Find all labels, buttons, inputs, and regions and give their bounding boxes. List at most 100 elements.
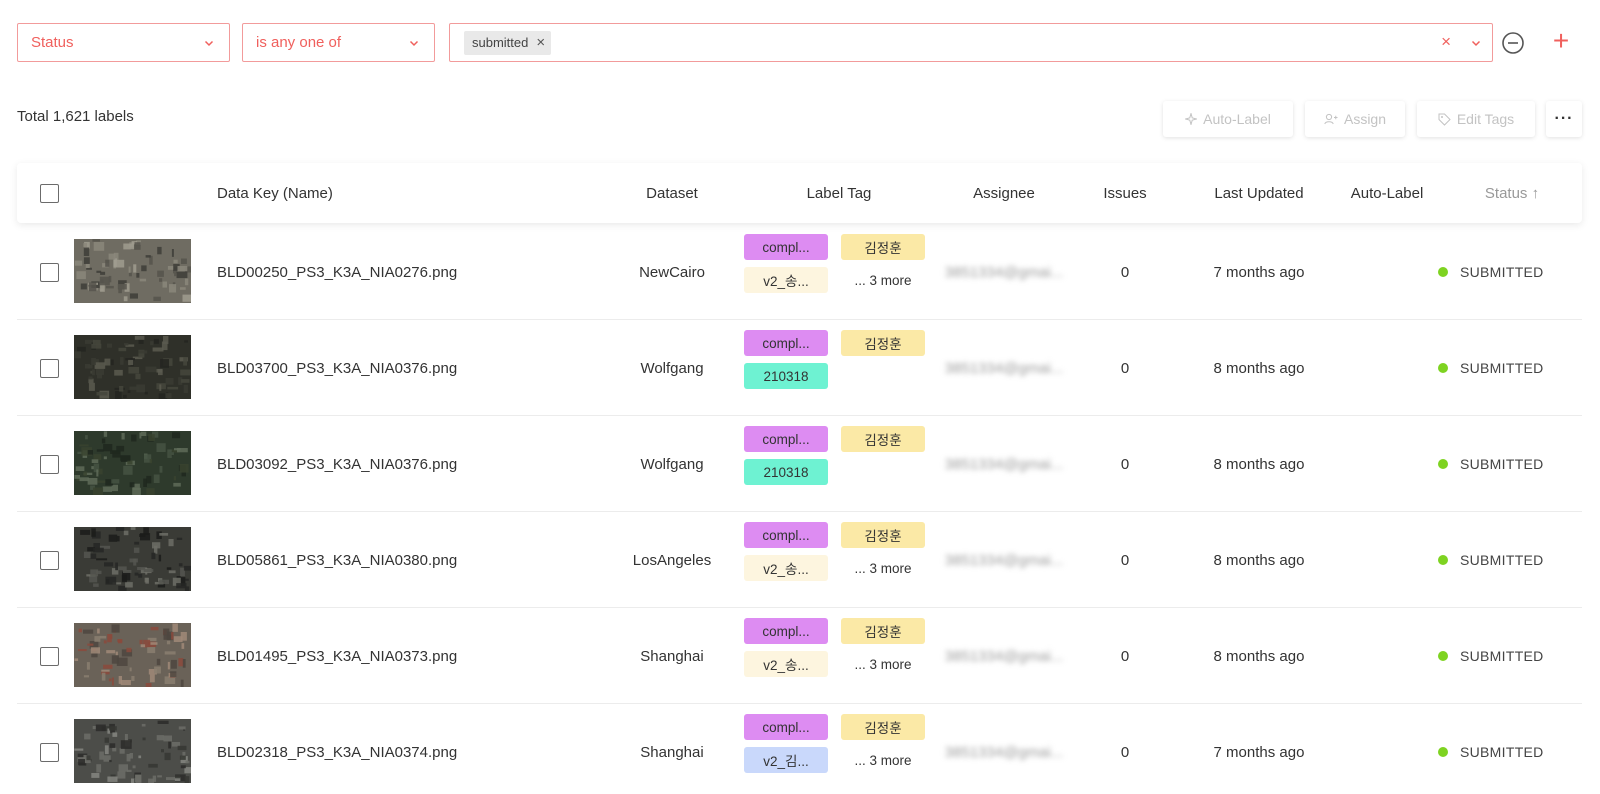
assign-button[interactable]: Assign bbox=[1305, 101, 1405, 137]
header-dataset[interactable]: Dataset bbox=[607, 163, 737, 223]
header-auto-label[interactable]: Auto-Label bbox=[1322, 163, 1452, 223]
thumbnail-image[interactable] bbox=[74, 239, 191, 303]
filter-field-value: Status bbox=[31, 34, 74, 51]
table-row[interactable]: BLD05861_PS3_K3A_NIA0380.png LosAngeles … bbox=[17, 512, 1582, 608]
auto-label-button[interactable]: Auto-Label bbox=[1163, 101, 1293, 137]
filter-chip-submitted: submitted × bbox=[464, 30, 552, 55]
label-tags: compl... 김정훈 v2_송... ... 3 more bbox=[744, 522, 934, 592]
filter-operator-value: is any one of bbox=[256, 34, 342, 51]
tag-date: 210318 bbox=[744, 363, 828, 389]
row-select-cell bbox=[40, 512, 59, 608]
issues-count: 0 bbox=[1120, 551, 1130, 569]
add-filter-button[interactable]: + bbox=[1548, 27, 1574, 55]
table-row[interactable]: BLD03700_PS3_K3A_NIA0376.png Wolfgang co… bbox=[17, 320, 1582, 416]
dataset-name: Shanghai bbox=[640, 743, 704, 761]
issues-count: 0 bbox=[1120, 359, 1130, 377]
tag-version: v2_김... bbox=[744, 747, 828, 773]
row-checkbox[interactable] bbox=[40, 742, 59, 762]
status-badge: SUBMITTED bbox=[1438, 512, 1544, 608]
dataset-name: Shanghai bbox=[640, 647, 704, 665]
data-key-name[interactable]: BLD03700_PS3_K3A_NIA0376.png bbox=[217, 320, 457, 416]
chevron-down-icon bbox=[409, 40, 419, 47]
thumbnail-image[interactable] bbox=[74, 527, 191, 591]
thumbnail-image[interactable] bbox=[74, 623, 191, 687]
table-header: Data Key (Name) Dataset Label Tag Assign… bbox=[17, 163, 1582, 223]
row-checkbox[interactable] bbox=[40, 358, 59, 378]
row-checkbox[interactable] bbox=[40, 646, 59, 666]
data-key-name[interactable]: BLD00250_PS3_K3A_NIA0276.png bbox=[217, 224, 457, 320]
filter-chip-label: submitted bbox=[472, 35, 529, 50]
tag-user: 김정훈 bbox=[841, 522, 925, 548]
status-dot-icon bbox=[1438, 555, 1448, 565]
assignee-email-blurred: 3851334@gmai... bbox=[944, 263, 1064, 281]
edit-tags-button[interactable]: Edit Tags bbox=[1417, 101, 1535, 137]
table-row[interactable]: BLD01495_PS3_K3A_NIA0373.png Shanghai co… bbox=[17, 608, 1582, 704]
data-key-name[interactable]: BLD05861_PS3_K3A_NIA0380.png bbox=[217, 512, 457, 608]
header-issues[interactable]: Issues bbox=[1090, 163, 1160, 223]
tags-more-link[interactable]: ... 3 more bbox=[841, 747, 925, 773]
data-key-name[interactable]: BLD01495_PS3_K3A_NIA0373.png bbox=[217, 608, 457, 704]
status-badge: SUBMITTED bbox=[1438, 224, 1544, 320]
status-dot-icon bbox=[1438, 747, 1448, 757]
table-row[interactable]: BLD03092_PS3_K3A_NIA0376.png Wolfgang co… bbox=[17, 416, 1582, 512]
row-checkbox[interactable] bbox=[40, 262, 59, 282]
tag-version: v2_송... bbox=[744, 651, 828, 677]
tag-completed: compl... bbox=[744, 522, 828, 548]
status-dot-icon bbox=[1438, 651, 1448, 661]
row-checkbox[interactable] bbox=[40, 454, 59, 474]
status-dot-icon bbox=[1438, 459, 1448, 469]
select-all-cell bbox=[40, 163, 59, 223]
tag-user: 김정훈 bbox=[841, 714, 925, 740]
sparkle-icon bbox=[1185, 113, 1198, 125]
more-options-button[interactable]: ··· bbox=[1546, 101, 1582, 137]
clear-values-icon[interactable]: × bbox=[1441, 33, 1451, 50]
issues-count: 0 bbox=[1120, 647, 1130, 665]
header-status-sorted[interactable]: Status ↑ bbox=[1462, 163, 1562, 223]
row-checkbox[interactable] bbox=[40, 550, 59, 570]
thumbnail-image[interactable] bbox=[74, 431, 191, 495]
issues-count: 0 bbox=[1120, 455, 1130, 473]
table-row[interactable]: BLD00250_PS3_K3A_NIA0276.png NewCairo co… bbox=[17, 224, 1582, 320]
table-row[interactable]: BLD02318_PS3_K3A_NIA0374.png Shanghai co… bbox=[17, 704, 1582, 794]
assign-button-label: Assign bbox=[1343, 111, 1387, 127]
status-badge: SUBMITTED bbox=[1438, 320, 1544, 416]
header-assignee[interactable]: Assignee bbox=[934, 163, 1074, 223]
data-key-name[interactable]: BLD03092_PS3_K3A_NIA0376.png bbox=[217, 416, 457, 512]
status-dot-icon bbox=[1438, 267, 1448, 277]
tag-user: 김정훈 bbox=[841, 426, 925, 452]
table-body: BLD00250_PS3_K3A_NIA0276.png NewCairo co… bbox=[17, 224, 1582, 794]
header-last-updated[interactable]: Last Updated bbox=[1179, 163, 1339, 223]
header-label-tag[interactable]: Label Tag bbox=[744, 163, 934, 223]
chip-remove-icon[interactable]: × bbox=[536, 35, 545, 50]
row-select-cell bbox=[40, 704, 59, 794]
filter-values-select[interactable]: submitted × × bbox=[449, 23, 1493, 62]
tag-completed: compl... bbox=[744, 618, 828, 644]
select-all-checkbox[interactable] bbox=[40, 183, 59, 203]
chevron-down-icon[interactable] bbox=[1470, 37, 1482, 49]
assignee-email-blurred: 3851334@gmai... bbox=[944, 359, 1064, 377]
total-count: Total 1,621 labels bbox=[17, 108, 134, 125]
label-tags: compl... 김정훈 v2_송... ... 3 more bbox=[744, 234, 934, 304]
dataset-name: NewCairo bbox=[639, 263, 705, 281]
status-text: SUBMITTED bbox=[1460, 264, 1544, 280]
header-data-key[interactable]: Data Key (Name) bbox=[217, 163, 333, 223]
label-tags: compl... 김정훈 v2_김... ... 3 more bbox=[744, 714, 934, 784]
tags-more-link[interactable]: ... 3 more bbox=[841, 555, 925, 581]
thumbnail-image[interactable] bbox=[74, 719, 191, 783]
data-key-name[interactable]: BLD02318_PS3_K3A_NIA0374.png bbox=[217, 704, 457, 794]
filter-operator-select[interactable]: is any one of bbox=[242, 23, 435, 62]
tags-more-link[interactable]: ... 3 more bbox=[841, 651, 925, 677]
status-text: SUBMITTED bbox=[1460, 456, 1544, 472]
minus-circle-icon[interactable] bbox=[1501, 31, 1525, 55]
status-text: SUBMITTED bbox=[1460, 552, 1544, 568]
last-updated: 8 months ago bbox=[1213, 455, 1305, 473]
dataset-name: Wolfgang bbox=[640, 359, 704, 377]
thumbnail-image[interactable] bbox=[74, 335, 191, 399]
tag-completed: compl... bbox=[744, 714, 828, 740]
assignee-email: 3851334@gmai... bbox=[934, 416, 1074, 512]
status-badge: SUBMITTED bbox=[1438, 416, 1544, 512]
tag-completed: compl... bbox=[744, 234, 828, 260]
tags-more-link[interactable]: ... 3 more bbox=[841, 267, 925, 293]
assignee-email: 3851334@gmai... bbox=[934, 704, 1074, 794]
filter-field-select[interactable]: Status bbox=[17, 23, 230, 62]
